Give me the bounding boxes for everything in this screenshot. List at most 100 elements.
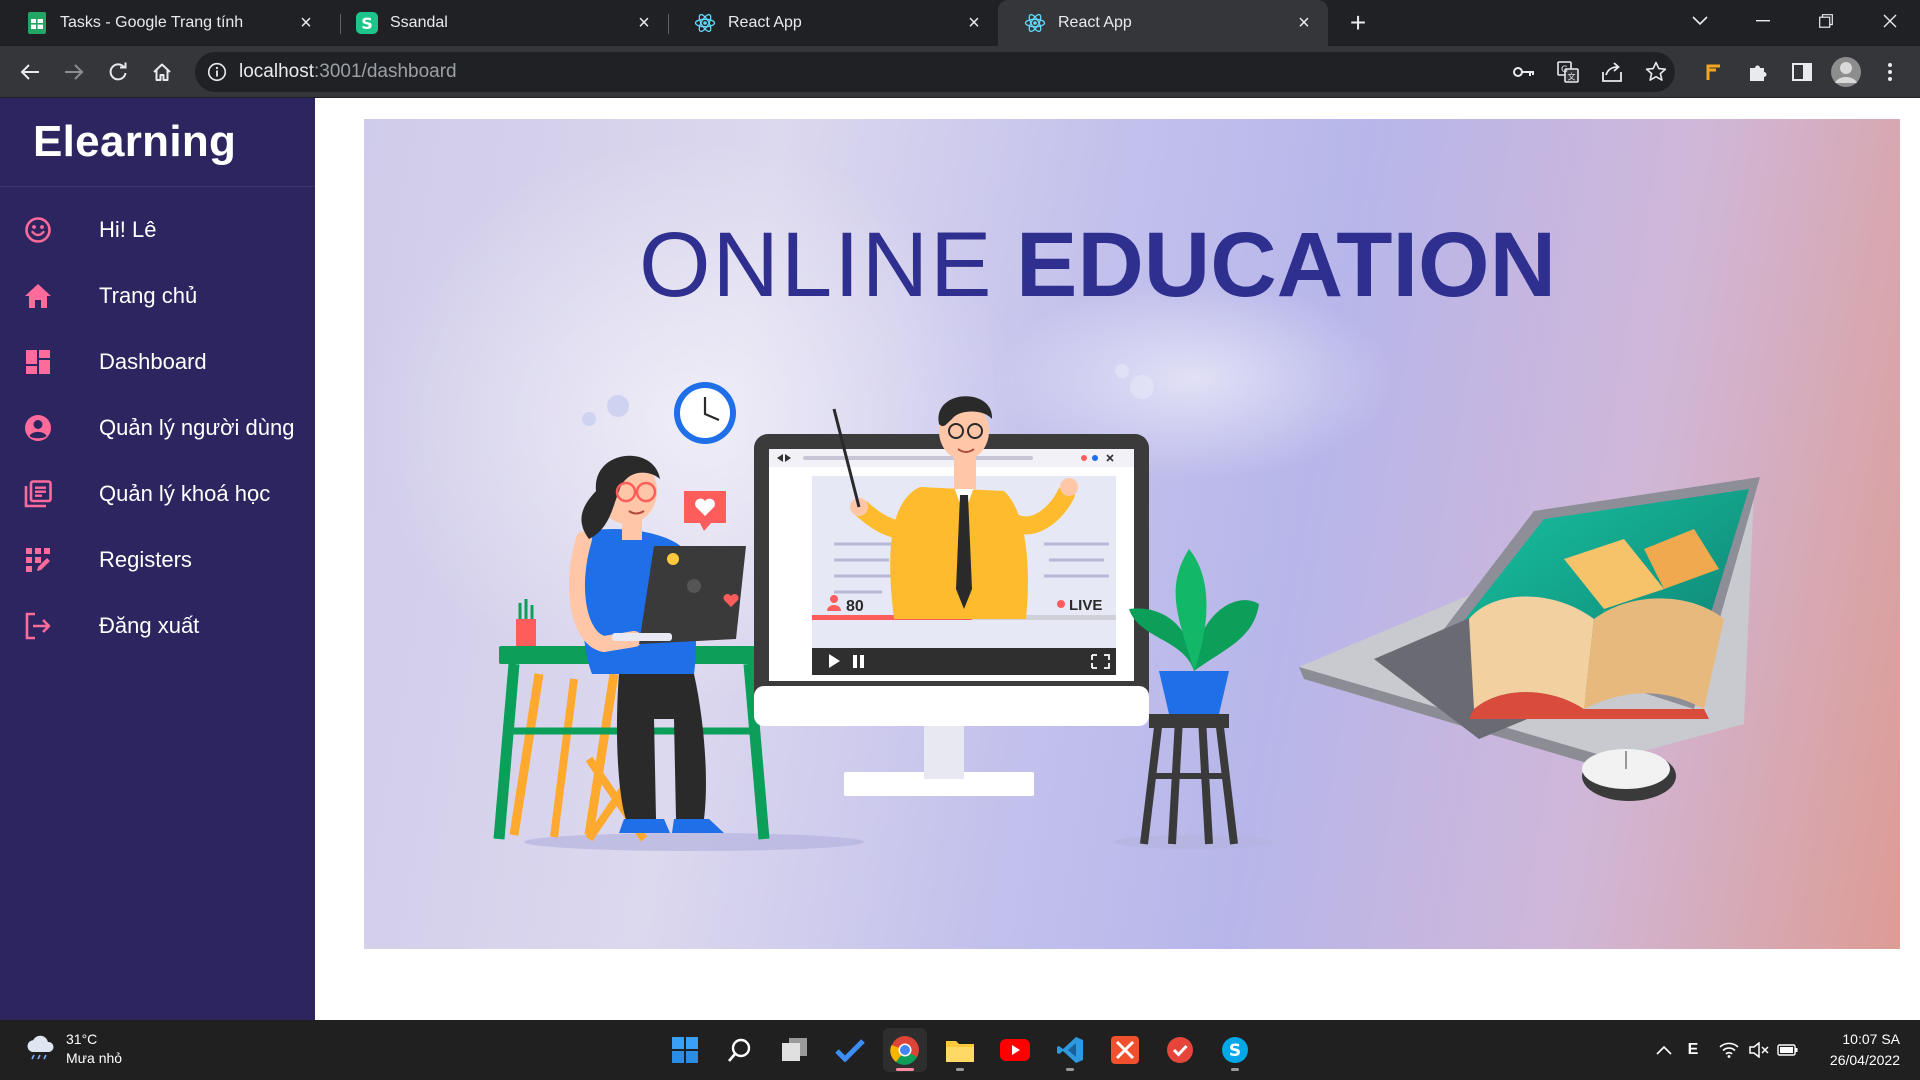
live-badge: LIVE	[1069, 597, 1102, 614]
wifi-icon[interactable]	[1717, 1038, 1741, 1062]
sidebar-item-course-management[interactable]: Quản lý khoá học	[0, 468, 315, 520]
tab-ssandal[interactable]: S Ssandal ×	[330, 0, 668, 46]
speaker-muted-icon[interactable]	[1747, 1038, 1771, 1062]
input-language-indicator[interactable]: E	[1681, 1038, 1705, 1062]
temperature: 31°C	[66, 1031, 98, 1047]
url-path: :3001/dashboard	[314, 61, 457, 82]
battery-charging-icon[interactable]	[1776, 1038, 1800, 1062]
chrome-icon[interactable]	[883, 1028, 927, 1072]
skype-icon[interactable]: S	[1213, 1028, 1257, 1072]
bookmark-star-icon[interactable]	[1644, 60, 1668, 84]
tab-sheets[interactable]: Tasks - Google Trang tính ×	[0, 0, 330, 46]
sidebar-item-greeting[interactable]: Hi! Lê	[0, 204, 315, 256]
todo-check-icon[interactable]	[828, 1028, 872, 1072]
library-books-icon	[23, 479, 53, 509]
svg-text:S: S	[361, 14, 373, 33]
sidebar-item-label: Registers	[99, 547, 192, 572]
sheets-icon	[26, 12, 48, 34]
minimize-button[interactable]	[1733, 0, 1793, 42]
tab-title: React App	[1058, 14, 1132, 31]
close-tab-icon[interactable]: ×	[1294, 12, 1314, 34]
svg-text:S: S	[1229, 1041, 1241, 1061]
tab-react-app-active[interactable]: React App ×	[998, 0, 1328, 46]
weather-condition: Mưa nhỏ	[66, 1050, 123, 1066]
reload-button[interactable]	[100, 54, 136, 90]
weather-widget[interactable]: 31°C Mưa nhỏ	[24, 1030, 122, 1068]
divider	[0, 186, 315, 187]
sidebar-item-user-management[interactable]: Quản lý người dùng	[0, 402, 315, 454]
task-view-icon[interactable]	[773, 1028, 817, 1072]
vscode-icon[interactable]	[1048, 1028, 1092, 1072]
tab-title: Tasks - Google Trang tính	[60, 14, 244, 31]
tab-title: React App	[728, 14, 802, 31]
chrome-menu-icon[interactable]	[1872, 54, 1908, 90]
banner-title-online: ONLINE	[639, 214, 994, 316]
clock-icon	[674, 382, 736, 444]
chevron-up-icon[interactable]	[1652, 1038, 1676, 1062]
url-text[interactable]: localhost:3001/dashboard	[239, 61, 457, 83]
file-explorer-icon[interactable]	[938, 1028, 982, 1072]
browser-tab-strip: Tasks - Google Trang tính × S Ssandal × …	[0, 0, 1920, 46]
task-check-icon[interactable]	[1158, 1028, 1202, 1072]
decor-bubble	[582, 412, 596, 426]
back-button[interactable]	[12, 54, 48, 90]
web-page: Elearning Hi! Lê Trang chủ Dashboard Quả	[0, 98, 1920, 1020]
sidebar-item-label: Hi! Lê	[99, 217, 157, 242]
decor-bubble	[1130, 375, 1154, 399]
browser-toolbar: localhost:3001/dashboard G文	[0, 46, 1920, 98]
share-icon[interactable]	[1600, 60, 1624, 84]
profile-avatar[interactable]	[1828, 54, 1864, 90]
forward-button[interactable]	[56, 54, 92, 90]
close-tab-icon[interactable]: ×	[964, 12, 984, 34]
address-bar[interactable]: localhost:3001/dashboard G文	[195, 52, 1675, 92]
new-tab-button[interactable]: +	[1343, 7, 1373, 38]
sidebar-item-registers[interactable]: Registers	[0, 534, 315, 586]
close-window-button[interactable]	[1860, 0, 1920, 42]
react-icon	[694, 12, 716, 34]
cloud-rain-icon	[24, 1034, 56, 1065]
extension-orange-icon[interactable]	[1696, 54, 1732, 90]
home-icon	[23, 281, 53, 311]
ssandal-s-icon: S	[356, 12, 378, 34]
sidebar-item-label: Trang chủ	[99, 283, 198, 308]
extensions-puzzle-icon[interactable]	[1740, 54, 1776, 90]
side-panel-icon[interactable]	[1784, 54, 1820, 90]
site-info-icon[interactable]	[207, 62, 227, 82]
smiley-icon	[23, 215, 53, 245]
viewer-count: 80	[846, 598, 864, 615]
clock-date: 26/04/2022	[1829, 1052, 1900, 1068]
laptop-with-book	[1299, 477, 1760, 801]
app-registration-icon	[23, 545, 53, 575]
sidebar-item-label: Quản lý người dùng	[99, 415, 295, 440]
youtube-icon[interactable]	[993, 1028, 1037, 1072]
tab-title: Ssandal	[390, 14, 448, 31]
translate-icon[interactable]: G文	[1556, 60, 1580, 84]
close-tab-icon[interactable]: ×	[634, 12, 654, 34]
sidebar-item-logout[interactable]: Đăng xuất	[0, 600, 315, 652]
windows-taskbar: 31°C Mưa nhỏ S E 10:07 SA 26/04/2022	[0, 1020, 1920, 1080]
xmind-icon[interactable]	[1103, 1028, 1147, 1072]
banner-title-education: EDUCATION	[1016, 214, 1556, 316]
decor-bubble	[607, 395, 629, 417]
system-clock[interactable]: 10:07 SA 26/04/2022	[1800, 1029, 1900, 1071]
home-button[interactable]	[144, 54, 180, 90]
online-education-banner: ONLINE EDUCATION 80 LIVE	[364, 119, 1900, 949]
brand-logo-text[interactable]: Elearning	[33, 117, 236, 167]
key-icon[interactable]	[1512, 60, 1536, 84]
sidebar-item-label: Quản lý khoá học	[99, 481, 271, 506]
dashboard-icon	[23, 347, 53, 377]
close-tab-icon[interactable]: ×	[296, 12, 316, 34]
sidebar-item-home[interactable]: Trang chủ	[0, 270, 315, 322]
logout-icon	[23, 611, 53, 641]
react-icon	[1024, 12, 1046, 34]
clock-time: 10:07 SA	[1842, 1031, 1900, 1047]
sidebar-item-dashboard[interactable]: Dashboard	[0, 336, 315, 388]
search-icon[interactable]	[718, 1028, 762, 1072]
tab-search-chevron-icon[interactable]	[1670, 0, 1730, 42]
tab-react-app-1[interactable]: React App ×	[668, 0, 998, 46]
sidebar-item-label: Dashboard	[99, 349, 207, 374]
start-windows-icon[interactable]	[663, 1028, 707, 1072]
restore-button[interactable]	[1796, 0, 1856, 42]
decor-bubble	[1115, 364, 1129, 378]
url-host: localhost	[239, 61, 314, 82]
